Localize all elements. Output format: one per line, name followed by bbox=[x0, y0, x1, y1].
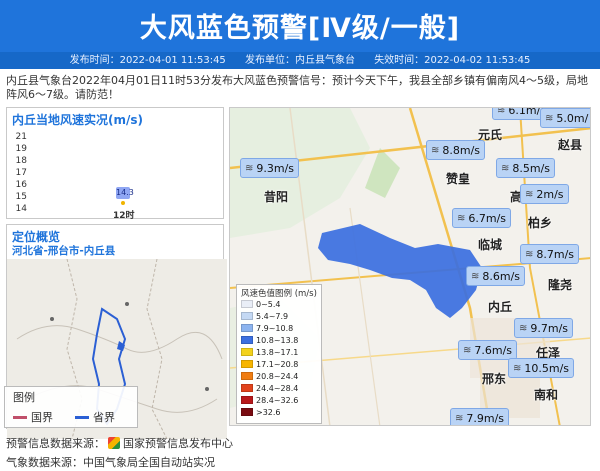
city-label: 赞皇 bbox=[446, 172, 471, 186]
legend-row: 24.4~28.4 bbox=[241, 383, 298, 393]
legend-row: 17.1~20.8 bbox=[241, 359, 298, 369]
wind-speed-point-label: 14.3 bbox=[116, 187, 134, 199]
warning-center-icon bbox=[108, 437, 120, 449]
source-warning: 预警信息数据来源： 国家预警信息发布中心 bbox=[6, 435, 233, 451]
wind-value: 8.7m/s bbox=[536, 247, 575, 261]
legend-row: 5.4~7.9 bbox=[241, 311, 288, 321]
legend-row: 20.8~24.4 bbox=[241, 371, 298, 381]
wind-icon: ≋ bbox=[519, 322, 528, 334]
y-tick: 19 bbox=[15, 144, 27, 154]
wind-icon: ≋ bbox=[455, 412, 464, 424]
national-border-swatch bbox=[13, 415, 27, 419]
y-tick: 16 bbox=[15, 180, 27, 190]
city-label: 隆尧 bbox=[548, 278, 573, 292]
wind-icon: ≋ bbox=[513, 362, 522, 374]
wind-icon: ≋ bbox=[545, 112, 554, 124]
wind-label[interactable]: ≋ 8.7m/s bbox=[520, 244, 580, 264]
wind-label[interactable]: ≋ 8.8m/s bbox=[426, 140, 486, 160]
city-label: 赵县 bbox=[558, 138, 583, 152]
wind-label[interactable]: ≋ 9.3m/s bbox=[240, 158, 300, 178]
wind-color-legend: 风速色值图例 (m/s) 0~5.4 5.4~7.9 7.9~10.8 10.8… bbox=[236, 284, 322, 424]
wind-label[interactable]: ≋ 2m/s bbox=[520, 184, 569, 204]
y-tick: 21 bbox=[15, 132, 27, 142]
wind-icon: ≋ bbox=[245, 162, 254, 174]
wind-value: 8.5m/s bbox=[512, 161, 551, 175]
wind-icon: ≋ bbox=[457, 212, 466, 224]
wind-label[interactable]: ≋ 7.6m/s bbox=[458, 340, 518, 360]
wind-legend-title: 风速色值图例 (m/s) bbox=[241, 289, 317, 299]
provincial-border-swatch bbox=[75, 415, 89, 419]
legend-row: 0~5.4 bbox=[241, 299, 281, 309]
publisher: 发布单位：内丘县气象台 bbox=[245, 55, 355, 66]
wind-speed-panel: 内丘当地风速实况(m/s) 21 19 18 17 16 15 14 14.3 … bbox=[6, 107, 224, 221]
legend-row: 13.8~17.1 bbox=[241, 347, 298, 357]
wind-map[interactable]: 元氏 赵县 赞皇 高邑 昔阳 柏乡 临城 隆尧 内丘 任泽 邢东 南和 ≋6.1… bbox=[229, 107, 591, 426]
x-tick: 12时 bbox=[113, 211, 135, 221]
y-tick: 18 bbox=[15, 156, 27, 166]
expire-time: 失效时间：2022-04-02 11:53:45 bbox=[374, 55, 531, 66]
wind-label[interactable]: ≋ 6.7m/s bbox=[452, 208, 512, 228]
wind-icon: ≋ bbox=[525, 188, 534, 200]
alert-meta-bar: 发布时间：2022-04-01 11:53:45 发布单位：内丘县气象台 失效时… bbox=[0, 52, 600, 69]
source-warning-label: 预警信息数据来源： bbox=[6, 437, 105, 450]
wind-label[interactable]: ≋ 9.7m/s bbox=[514, 318, 574, 338]
legend-row: >32.6 bbox=[241, 407, 281, 417]
y-tick: 17 bbox=[15, 168, 27, 178]
wind-value: 2m/s bbox=[536, 187, 564, 201]
legend-row: 7.9~10.8 bbox=[241, 323, 293, 333]
wind-label[interactable]: ≋ 8.5m/s bbox=[496, 158, 556, 178]
alert-title: 大风蓝色预警[Ⅳ级/一般] bbox=[139, 13, 461, 44]
region-path: 河北省-邢台市-内丘县 bbox=[12, 245, 116, 257]
legend-national-border-label: 国界 bbox=[31, 411, 53, 424]
city-label: 临城 bbox=[478, 238, 503, 252]
wind-speed-point bbox=[121, 201, 125, 205]
city-label: 内丘 bbox=[488, 300, 513, 314]
wind-value: 10.5m/s bbox=[524, 361, 570, 375]
legend-row: 10.8~13.8 bbox=[241, 335, 298, 345]
city-label: 南和 bbox=[534, 388, 559, 402]
alert-header: 大风蓝色预警[Ⅳ级/一般] bbox=[0, 0, 600, 52]
wind-label[interactable]: ≋ 7.9m/s bbox=[450, 408, 510, 425]
wind-icon: ≋ bbox=[497, 107, 506, 116]
city-label: 昔阳 bbox=[264, 190, 289, 204]
y-tick: 14 bbox=[15, 204, 27, 214]
legend-provincial-border-label: 省界 bbox=[93, 411, 115, 424]
y-tick: 15 bbox=[15, 192, 27, 202]
wind-panel-title: 内丘当地风速实况(m/s) bbox=[12, 113, 143, 127]
wind-label[interactable]: ≋ 5.0m/ bbox=[540, 108, 590, 128]
wind-value: 9.7m/s bbox=[530, 321, 569, 335]
source-warning-name[interactable]: 国家预警信息发布中心 bbox=[123, 437, 233, 450]
city-label: 邢东 bbox=[482, 372, 507, 386]
wind-value: 8.6m/s bbox=[482, 269, 521, 283]
wind-label[interactable]: ≋ 8.6m/s bbox=[466, 266, 526, 286]
wind-value: 9.3m/s bbox=[256, 161, 295, 175]
wind-icon: ≋ bbox=[525, 248, 534, 260]
wind-icon: ≋ bbox=[501, 162, 510, 174]
wind-value: 8.8m/s bbox=[442, 143, 481, 157]
source-weather: 气象数据来源：中国气象局全国自动站实况 bbox=[6, 456, 215, 469]
alert-description: 内丘县气象台2022年04月01日11时53分发布大风蓝色预警信号：预计今天下午… bbox=[6, 74, 588, 101]
overview-legend: 图例 国界 省界 bbox=[4, 386, 138, 428]
wind-icon: ≋ bbox=[463, 344, 472, 356]
wind-value: 7.9m/s bbox=[466, 411, 505, 425]
wind-icon: ≋ bbox=[431, 144, 440, 156]
legend-row: 28.4~32.6 bbox=[241, 395, 298, 405]
wind-icon: ≋ bbox=[471, 270, 480, 282]
publish-time: 发布时间：2022-04-01 11:53:45 bbox=[69, 55, 226, 66]
wind-label[interactable]: ≋ 10.5m/s bbox=[508, 358, 575, 378]
wind-value: 7.6m/s bbox=[474, 343, 513, 357]
wind-value: 5.0m/ bbox=[556, 111, 589, 125]
legend-provincial-border: 省界 bbox=[75, 409, 115, 425]
city-label: 柏乡 bbox=[528, 216, 553, 230]
wind-value: 6.7m/s bbox=[468, 211, 507, 225]
legend-national-border: 国界 bbox=[13, 409, 53, 425]
legend-title: 图例 bbox=[13, 391, 35, 404]
